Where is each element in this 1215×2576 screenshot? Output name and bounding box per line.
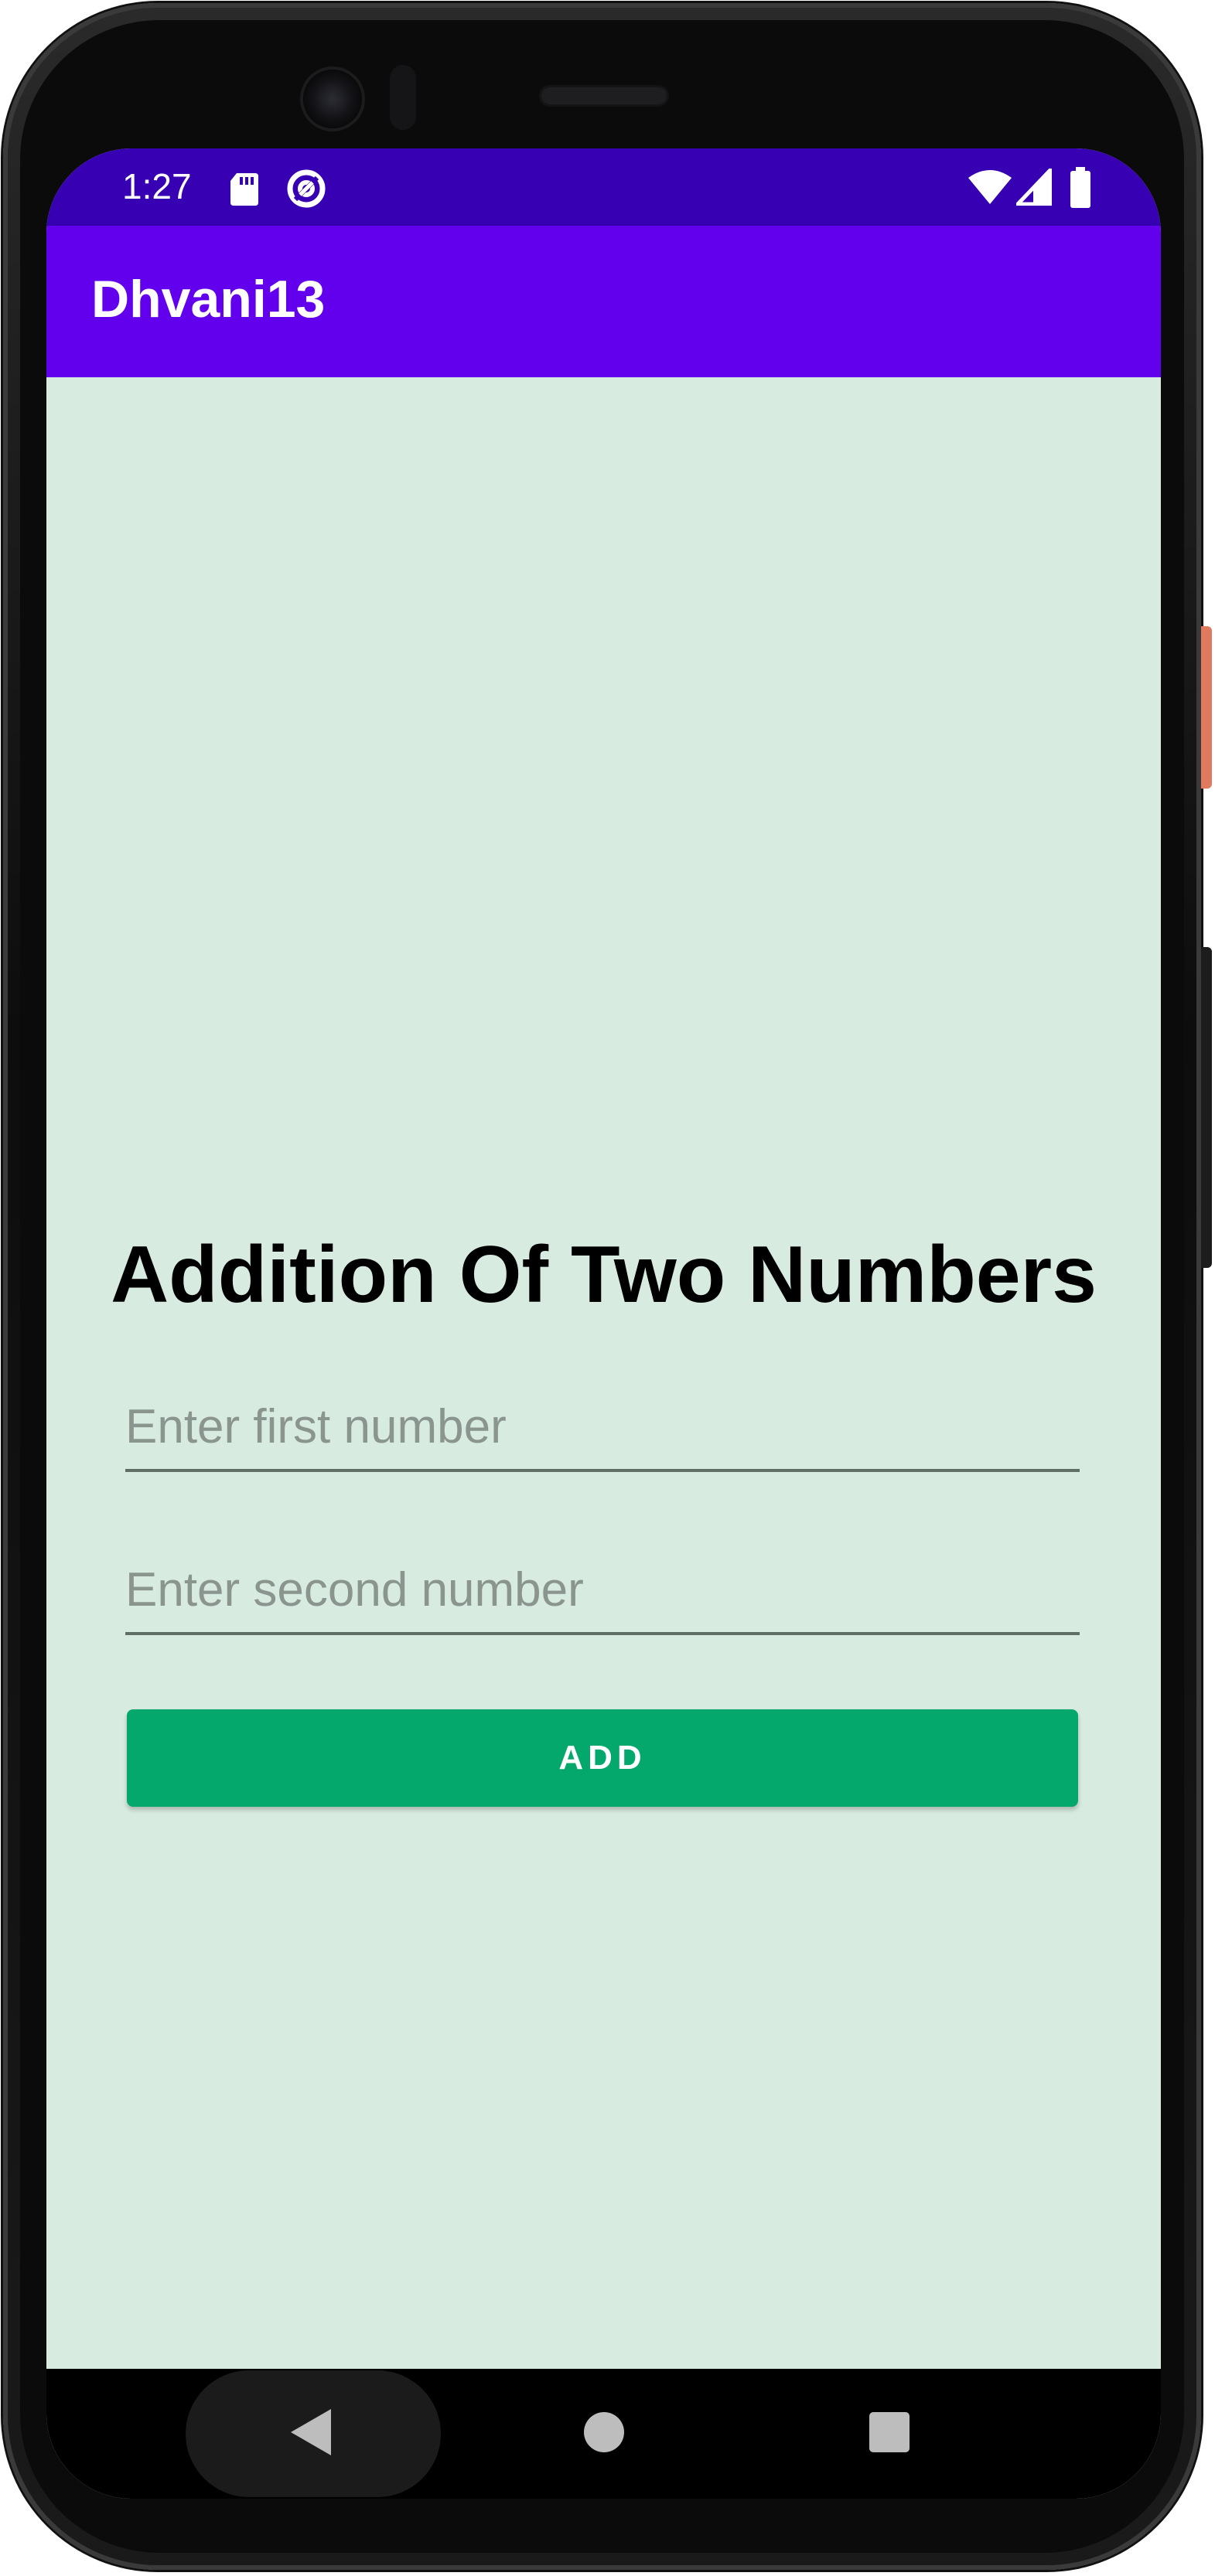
first-number-input[interactable]	[125, 1384, 1080, 1472]
proximity-sensor	[390, 65, 416, 130]
front-camera	[303, 70, 362, 128]
page-heading: Addition Of Two Numbers	[111, 1230, 1097, 1320]
volume-button	[1201, 947, 1212, 1268]
main-content: Addition Of Two Numbers ADD	[46, 377, 1161, 2369]
add-button[interactable]: ADD	[127, 1709, 1078, 1807]
back-icon[interactable]	[291, 2409, 331, 2455]
sd-card-icon	[229, 172, 260, 211]
screen: 1:27 Dhvani13 Addition Of Two Numbers En…	[46, 148, 1161, 2499]
status-time: 1:27	[122, 166, 192, 206]
home-icon[interactable]	[584, 2412, 624, 2452]
app-title: Dhvani13	[91, 270, 326, 329]
recents-icon[interactable]	[869, 2412, 910, 2452]
app-bar: Dhvani13	[46, 226, 1161, 377]
earpiece-speaker	[541, 87, 667, 104]
wifi-icon	[967, 169, 1013, 210]
battery-icon	[1069, 167, 1092, 213]
second-number-input[interactable]	[125, 1547, 1080, 1635]
cell-signal-icon	[1013, 165, 1053, 210]
status-bar: 1:27	[46, 148, 1161, 226]
data-saver-icon	[285, 167, 328, 214]
power-button	[1201, 626, 1212, 789]
navigation-bar	[46, 2369, 1161, 2499]
